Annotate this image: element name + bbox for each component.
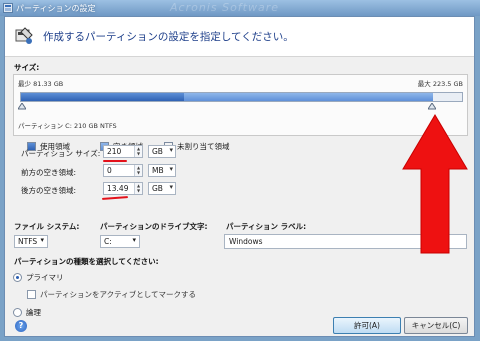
cancel-button[interactable]: キャンセル(C): [404, 317, 468, 334]
partition-size-label: パーティション サイズ:: [21, 149, 101, 158]
free-after-value: 13.49: [107, 184, 129, 193]
page-heading: 作成するパーティションの設定を指定してください。: [43, 31, 294, 43]
partition-size-unit-select[interactable]: GB ▾: [148, 145, 176, 158]
drive-letter-value: C:: [104, 237, 112, 246]
wizard-icon: [15, 27, 33, 45]
used-space-fill: [21, 93, 185, 101]
free-before-stepper-icon[interactable]: ▲ ▼: [134, 165, 142, 176]
free-before-input[interactable]: 0 ▲ ▼: [103, 164, 143, 177]
free-after-unit: GB: [152, 184, 163, 193]
partition-size-panel: 最少 81.33 GB 最大 223.5 GB パーティション C: 210 G…: [13, 74, 468, 136]
free-before-unit-select[interactable]: MB ▾: [148, 164, 176, 177]
primary-radio[interactable]: プライマリ: [13, 272, 64, 283]
partition-size-stepper-icon[interactable]: ▲ ▼: [134, 146, 142, 157]
logical-radio[interactable]: 論理: [13, 307, 41, 318]
free-after-unit-select[interactable]: GB ▾: [148, 182, 176, 195]
primary-radio-label: プライマリ: [26, 273, 64, 282]
legend-unallocated-label: 未割り当て領域: [177, 142, 230, 151]
min-size-label: 最少 81.33 GB: [18, 80, 64, 88]
free-after-input[interactable]: 13.49 ▲ ▼: [103, 182, 143, 195]
right-handle-icon[interactable]: [428, 103, 437, 111]
partition-size-unit: GB: [152, 147, 163, 156]
partition-label-label: パーティション ラベル:: [226, 222, 307, 231]
chevron-down-icon: ▾: [132, 236, 136, 244]
red-underline-annotation: [103, 160, 127, 162]
filesystem-value: NTFS: [18, 237, 38, 246]
partition-size-value: 210: [107, 147, 122, 156]
ok-button[interactable]: 許可(A): [333, 317, 401, 334]
red-underline-annotation: [101, 196, 129, 200]
free-before-label: 前方の空き領域:: [21, 168, 77, 177]
checkbox-icon: [27, 290, 36, 299]
chevron-down-icon: ▾: [169, 165, 173, 173]
chevron-down-icon: ▾: [169, 183, 173, 191]
active-checkbox-label: パーティションをアクティブとしてマークする: [40, 290, 196, 299]
partition-info-text: パーティション C: 210 GB NTFS: [18, 122, 117, 130]
radio-unselected-icon: [13, 308, 22, 317]
max-size-label: 最大 223.5 GB: [417, 80, 463, 88]
drive-letter-select[interactable]: C: ▾: [100, 235, 140, 248]
help-icon[interactable]: ?: [15, 320, 27, 332]
filesystem-select[interactable]: NTFS ▾: [14, 235, 48, 248]
red-arrow-annotation-icon: [402, 114, 468, 254]
app-icon: [3, 3, 13, 13]
active-checkbox[interactable]: パーティションをアクティブとしてマークする: [27, 289, 196, 300]
partition-size-input[interactable]: 210 ▲ ▼: [103, 145, 143, 158]
partition-type-label: パーティションの種類を選択してください:: [14, 257, 159, 266]
filesystem-label: ファイル システム:: [14, 222, 80, 231]
logical-radio-label: 論理: [26, 308, 41, 317]
dialog-header: 作成するパーティションの設定を指定してください。: [5, 17, 474, 57]
radio-selected-icon: [13, 273, 22, 282]
title-bar: パーティションの設定 Acronis Software: [0, 0, 480, 16]
size-section-label: サイズ:: [14, 63, 40, 72]
free-before-value: 0: [107, 166, 112, 175]
partition-label-value: Windows: [229, 237, 263, 246]
window-title: パーティションの設定: [16, 3, 96, 13]
background-watermark-text: Acronis Software: [170, 1, 280, 14]
left-handle-icon[interactable]: [18, 103, 26, 111]
free-space-fill: [184, 93, 434, 101]
free-after-label: 後方の空き領域:: [21, 186, 77, 195]
free-after-stepper-icon[interactable]: ▲ ▼: [134, 183, 142, 194]
drive-letter-label: パーティションのドライブ文字:: [100, 222, 208, 231]
partition-size-slider[interactable]: [20, 92, 463, 102]
chevron-down-icon: ▾: [40, 236, 44, 244]
chevron-down-icon: ▾: [169, 146, 173, 154]
free-before-unit: MB: [152, 166, 164, 175]
